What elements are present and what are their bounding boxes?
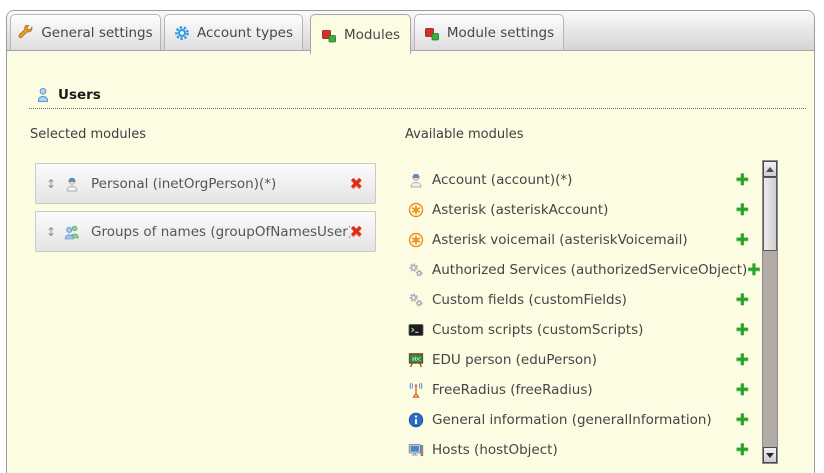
tab-label: General settings — [41, 25, 152, 41]
info-icon — [408, 412, 424, 428]
svg-text:abc: abc — [412, 356, 421, 362]
available-module-row: Asterisk voicemail (asteriskVoicemail) ✚ — [408, 225, 749, 255]
module-label: Groups of names (groupOfNamesUser) — [91, 224, 350, 240]
tab-label: Account types — [197, 25, 293, 41]
drag-handle-icon[interactable]: ↕ — [46, 225, 64, 239]
add-module-button[interactable]: ✚ — [736, 352, 749, 368]
gear-icon — [174, 25, 190, 41]
available-module-row: Account (account)(*) ✚ — [408, 165, 749, 195]
tab-modules[interactable]: Modules — [310, 14, 411, 54]
asterisk-icon — [408, 232, 424, 248]
module-label: Hosts (hostObject) — [432, 442, 736, 458]
tab-module-settings[interactable]: Module settings — [414, 14, 564, 50]
person-icon — [64, 176, 80, 192]
module-label: EDU person (eduPerson) — [432, 352, 736, 368]
add-module-button[interactable]: ✚ — [736, 442, 749, 458]
drag-handle-icon[interactable]: ↕ — [46, 177, 64, 191]
available-module-row: abc EDU person (eduPerson) ✚ — [408, 345, 749, 375]
module-label: General information (generalInformation) — [432, 412, 736, 428]
group-icon — [64, 224, 80, 240]
module-label: Asterisk (asteriskAccount) — [432, 202, 736, 218]
add-module-button[interactable]: ✚ — [736, 292, 749, 308]
available-module-row: Custom scripts (customScripts) ✚ — [408, 315, 749, 345]
person-icon — [408, 172, 424, 188]
add-module-button[interactable]: ✚ — [736, 322, 749, 338]
tab-account-types[interactable]: Account types — [164, 14, 303, 50]
scroll-down-button[interactable] — [763, 447, 777, 463]
scroll-up-button[interactable] — [763, 161, 777, 177]
add-module-button[interactable]: ✚ — [736, 232, 749, 248]
available-modules-scrollbar[interactable] — [762, 160, 778, 464]
selected-module-row[interactable]: ↕ Personal (inetOrgPerson)(*) ✖ — [35, 163, 376, 204]
module-label: Custom fields (customFields) — [432, 292, 736, 308]
module-label: Asterisk voicemail (asteriskVoicemail) — [432, 232, 736, 248]
available-module-row: Hosts (hostObject) ✚ — [408, 435, 749, 465]
asterisk-icon — [408, 202, 424, 218]
module-label: Personal (inetOrgPerson)(*) — [91, 176, 350, 192]
module-label: Authorized Services (authorizedServiceOb… — [432, 262, 747, 278]
available-modules-label: Available modules — [405, 127, 523, 142]
selected-modules-label: Selected modules — [30, 127, 146, 142]
tab-bar: General settings Account types Modules M… — [7, 11, 814, 51]
tab-general-settings[interactable]: General settings — [10, 14, 161, 50]
add-module-button[interactable]: ✚ — [747, 262, 760, 278]
available-module-row: Custom fields (customFields) ✚ — [408, 285, 749, 315]
module-label: Account (account)(*) — [432, 172, 736, 188]
available-modules-list: Account (account)(*) ✚ Asterisk (asteris… — [408, 165, 749, 465]
arrow-down-icon — [766, 453, 774, 458]
config-panel: General settings Account types Modules M… — [6, 10, 815, 473]
users-section-heading: Users — [35, 87, 101, 103]
available-module-row: General information (generalInformation)… — [408, 405, 749, 435]
add-module-button[interactable]: ✚ — [736, 382, 749, 398]
terminal-icon — [408, 322, 424, 338]
modules-icon — [321, 27, 337, 43]
antenna-icon — [408, 382, 424, 398]
arrow-up-icon — [766, 167, 774, 172]
module-label: Custom scripts (customScripts) — [432, 322, 736, 338]
add-module-button[interactable]: ✚ — [736, 172, 749, 188]
blackboard-icon: abc — [408, 352, 424, 368]
add-module-button[interactable]: ✚ — [736, 412, 749, 428]
available-module-row: Asterisk (asteriskAccount) ✚ — [408, 195, 749, 225]
modules-icon — [424, 25, 440, 41]
tab-label: Module settings — [447, 25, 554, 41]
gears-icon — [408, 262, 424, 278]
selected-module-row[interactable]: ↕ Groups of names (groupOfNamesUser) ✖ — [35, 211, 376, 252]
scrollbar-thumb[interactable] — [763, 177, 777, 251]
section-title: Users — [58, 87, 101, 103]
available-module-row: FreeRadius (freeRadius) ✚ — [408, 375, 749, 405]
wrench-icon — [18, 25, 34, 41]
user-pawn-icon — [35, 87, 51, 103]
tab-label: Modules — [344, 27, 400, 43]
add-module-button[interactable]: ✚ — [736, 202, 749, 218]
remove-module-button[interactable]: ✖ — [350, 224, 363, 240]
module-label: FreeRadius (freeRadius) — [432, 382, 736, 398]
remove-module-button[interactable]: ✖ — [350, 176, 363, 192]
host-icon — [408, 442, 424, 458]
section-divider — [29, 108, 806, 109]
selected-modules-list: ↕ Personal (inetOrgPerson)(*) ✖ ↕ Groups… — [35, 163, 376, 259]
gears-icon — [408, 292, 424, 308]
available-module-row: Authorized Services (authorizedServiceOb… — [408, 255, 749, 285]
